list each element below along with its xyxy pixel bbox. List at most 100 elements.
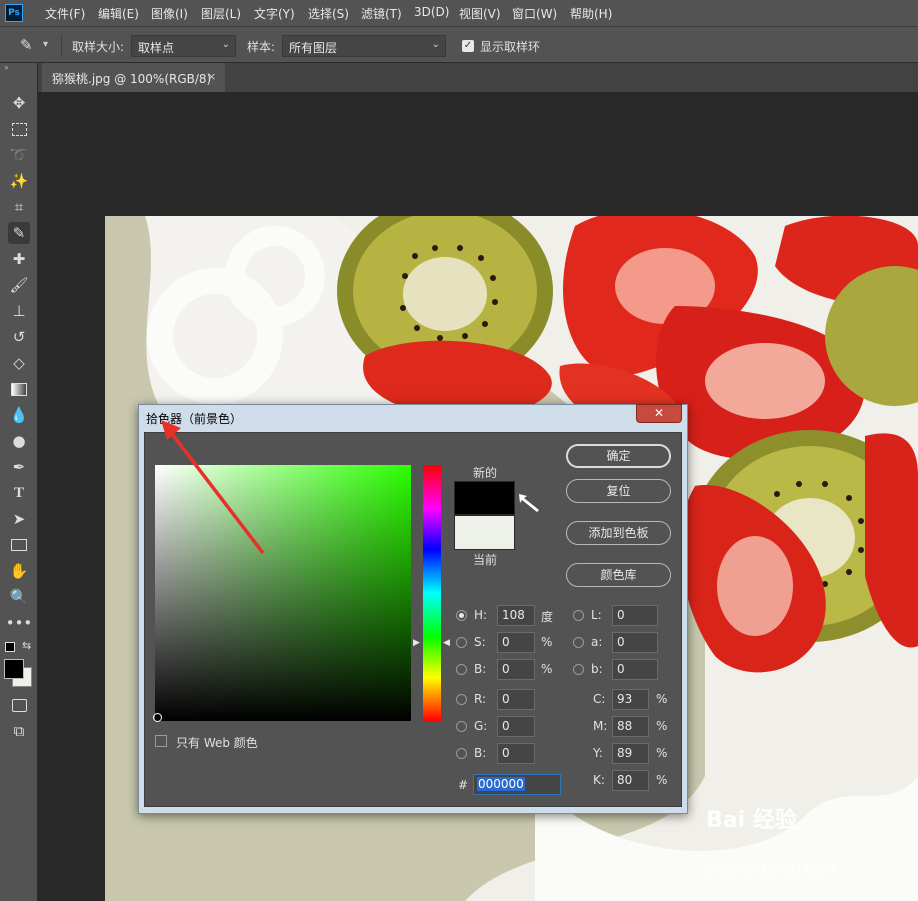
hue-slider-left-arrow-icon[interactable]: ▶ [413, 638, 420, 648]
menu-view[interactable]: 视图(V) [459, 5, 501, 22]
hue-input[interactable]: 108 [497, 605, 535, 626]
magic-wand-tool-icon[interactable]: ✨ [8, 170, 30, 192]
menu-select[interactable]: 选择(S) [308, 5, 349, 22]
black-input[interactable]: 80 [612, 770, 649, 791]
hue-slider[interactable] [423, 465, 441, 721]
saturation-input[interactable]: 0 [497, 632, 535, 653]
rectangle-tool-icon[interactable] [8, 534, 30, 556]
ok-button[interactable]: 确定 [566, 444, 671, 468]
swap-colors-icon[interactable]: ⇆ [22, 639, 31, 652]
lab-b-label: b: [591, 662, 603, 676]
yellow-label: Y: [593, 746, 603, 760]
menu-edit[interactable]: 编辑(E) [98, 5, 139, 22]
hex-value: 000000 [477, 777, 525, 791]
menu-help[interactable]: 帮助(H) [570, 5, 612, 22]
cyan-input[interactable]: 93 [612, 689, 649, 710]
zoom-tool-icon[interactable]: 🔍 [8, 586, 30, 608]
history-brush-tool-icon[interactable]: ↺ [8, 326, 30, 348]
lab-b-radio[interactable] [573, 664, 584, 675]
blur-tool-icon[interactable]: 💧 [8, 404, 30, 426]
brightness-input[interactable]: 0 [497, 659, 535, 680]
lab-a-radio[interactable] [573, 637, 584, 648]
chevron-down-icon: ⌄ [431, 39, 440, 50]
brush-tool-icon[interactable]: 🖌 [8, 274, 30, 296]
quick-mask-icon[interactable] [8, 694, 30, 716]
add-to-swatches-button[interactable]: 添加到色板 [566, 521, 671, 545]
show-sampling-ring-label: 显示取样环 [480, 40, 541, 54]
saturation-radio[interactable] [456, 637, 467, 648]
menu-window[interactable]: 窗口(W) [512, 5, 557, 22]
black-label: K: [593, 773, 605, 787]
options-bar: ✎ ▾ 取样大小: 取样点 ⌄ 样本: 所有图层 ⌄ ✓ 显示取样环 [0, 26, 918, 63]
new-color-swatch [454, 481, 515, 515]
menu-filter[interactable]: 滤镜(T) [361, 5, 402, 22]
default-colors-icon[interactable] [5, 642, 15, 652]
eraser-tool-icon[interactable]: ◇ [8, 352, 30, 374]
eyedropper-tool-icon[interactable]: ✎ [8, 222, 30, 244]
new-color-label: 新的 [473, 466, 498, 480]
crop-tool-icon[interactable]: ⌗ [8, 196, 30, 218]
menu-3d[interactable]: 3D(D) [414, 5, 449, 19]
hand-tool-icon[interactable]: ✋ [8, 560, 30, 582]
foreground-color-swatch[interactable] [4, 659, 24, 679]
hex-input[interactable]: 000000 [473, 774, 561, 795]
menu-image[interactable]: 图像(I) [151, 5, 188, 22]
sample-value: 所有图层 [289, 41, 338, 55]
magenta-input[interactable]: 88 [612, 716, 649, 737]
collapse-panel-icon[interactable]: » [4, 63, 9, 72]
green-radio[interactable] [456, 721, 467, 732]
healing-brush-tool-icon[interactable]: ✚ [8, 248, 30, 270]
lab-l-input[interactable]: 0 [612, 605, 658, 626]
color-field-cursor[interactable] [153, 713, 162, 722]
lab-b-input[interactable]: 0 [612, 659, 658, 680]
path-selection-tool-icon[interactable]: ➤ [8, 508, 30, 530]
more-tools-icon[interactable]: ••• [6, 612, 33, 634]
close-icon[interactable]: ✕ [636, 404, 682, 423]
pen-tool-icon[interactable]: ✒ [8, 456, 30, 478]
chevron-down-icon: ⌄ [221, 39, 230, 50]
magenta-label: M: [593, 719, 608, 733]
red-radio[interactable] [456, 694, 467, 705]
photoshop-logo: Ps [5, 4, 23, 22]
sample-size-select[interactable]: 取样点 ⌄ [131, 35, 236, 57]
lab-l-radio[interactable] [573, 610, 584, 621]
show-sampling-ring-checkbox[interactable]: ✓ [462, 40, 474, 52]
current-color-swatch[interactable] [454, 515, 515, 550]
green-label: G: [474, 719, 488, 733]
tool-preset-chevron-icon[interactable]: ▾ [43, 39, 48, 50]
menu-type[interactable]: 文字(Y) [254, 5, 295, 22]
move-tool-icon[interactable]: ✥ [8, 92, 30, 114]
close-icon[interactable]: × [207, 70, 216, 83]
web-colors-only-label: 只有 Web 颜色 [176, 736, 258, 750]
eyedropper-tool-icon[interactable]: ✎ [20, 36, 33, 54]
web-colors-only-checkbox[interactable] [155, 735, 167, 747]
color-libraries-button[interactable]: 颜色库 [566, 563, 671, 587]
blue-radio[interactable] [456, 748, 467, 759]
options-divider [61, 34, 62, 56]
red-input[interactable]: 0 [497, 689, 535, 710]
lasso-tool-icon[interactable]: ➰ [8, 144, 30, 166]
document-tab[interactable]: 猕猴桃.jpg @ 100%(RGB/8) [42, 63, 225, 92]
yellow-input[interactable]: 89 [612, 743, 649, 764]
hue-radio[interactable] [456, 610, 467, 621]
document-tab-title: 猕猴桃.jpg @ 100%(RGB/8) [52, 72, 212, 86]
menu-file[interactable]: 文件(F) [45, 5, 85, 22]
cyan-unit: % [656, 692, 668, 706]
type-tool-icon[interactable]: T [8, 482, 30, 504]
brightness-radio[interactable] [456, 664, 467, 675]
blue-input[interactable]: 0 [497, 743, 535, 764]
menu-layer[interactable]: 图层(L) [201, 5, 241, 22]
sample-select[interactable]: 所有图层 ⌄ [282, 35, 446, 57]
marquee-tool-icon[interactable] [8, 118, 30, 140]
clone-stamp-tool-icon[interactable]: ⊥ [8, 300, 30, 322]
lab-a-label: a: [591, 635, 603, 649]
gradient-tool-icon[interactable] [8, 378, 30, 400]
hue-label: H: [474, 608, 488, 622]
dodge-tool-icon[interactable]: ● [8, 430, 30, 452]
hue-slider-right-arrow-icon[interactable]: ◀ [443, 638, 450, 648]
reset-button[interactable]: 复位 [566, 479, 671, 503]
green-input[interactable]: 0 [497, 716, 535, 737]
lab-a-input[interactable]: 0 [612, 632, 658, 653]
menu-bar: Ps 文件(F) 编辑(E) 图像(I) 图层(L) 文字(Y) 选择(S) 滤… [0, 0, 918, 26]
screen-mode-icon[interactable]: ⧉ [8, 720, 30, 742]
